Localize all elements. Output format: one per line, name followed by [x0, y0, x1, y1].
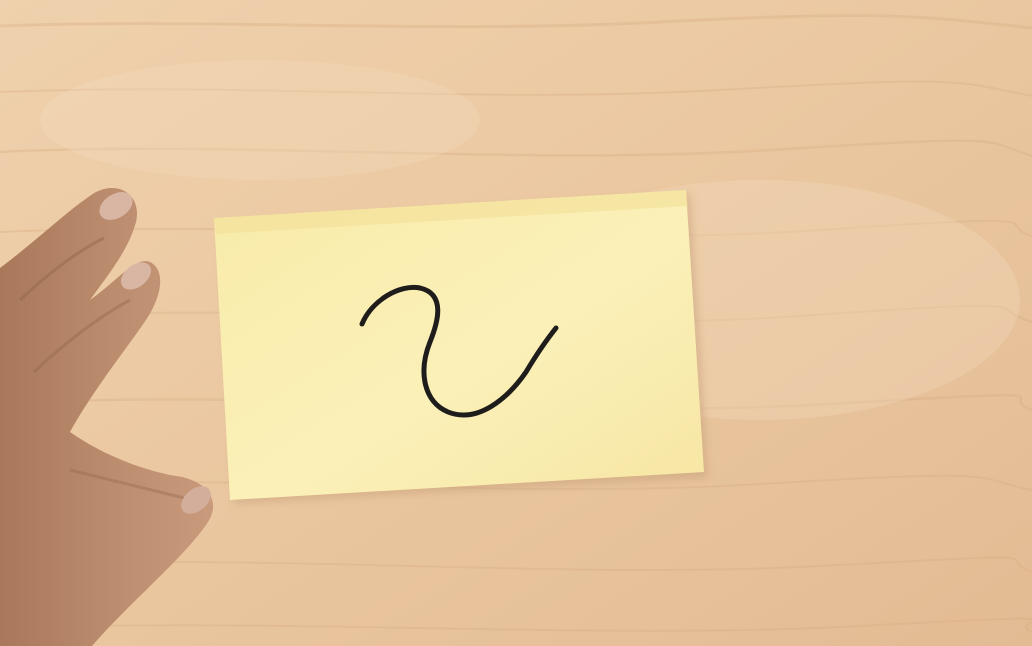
- photo-scene: [0, 0, 1032, 646]
- photo-canvas: [0, 0, 1032, 646]
- sticky-note: [214, 190, 704, 500]
